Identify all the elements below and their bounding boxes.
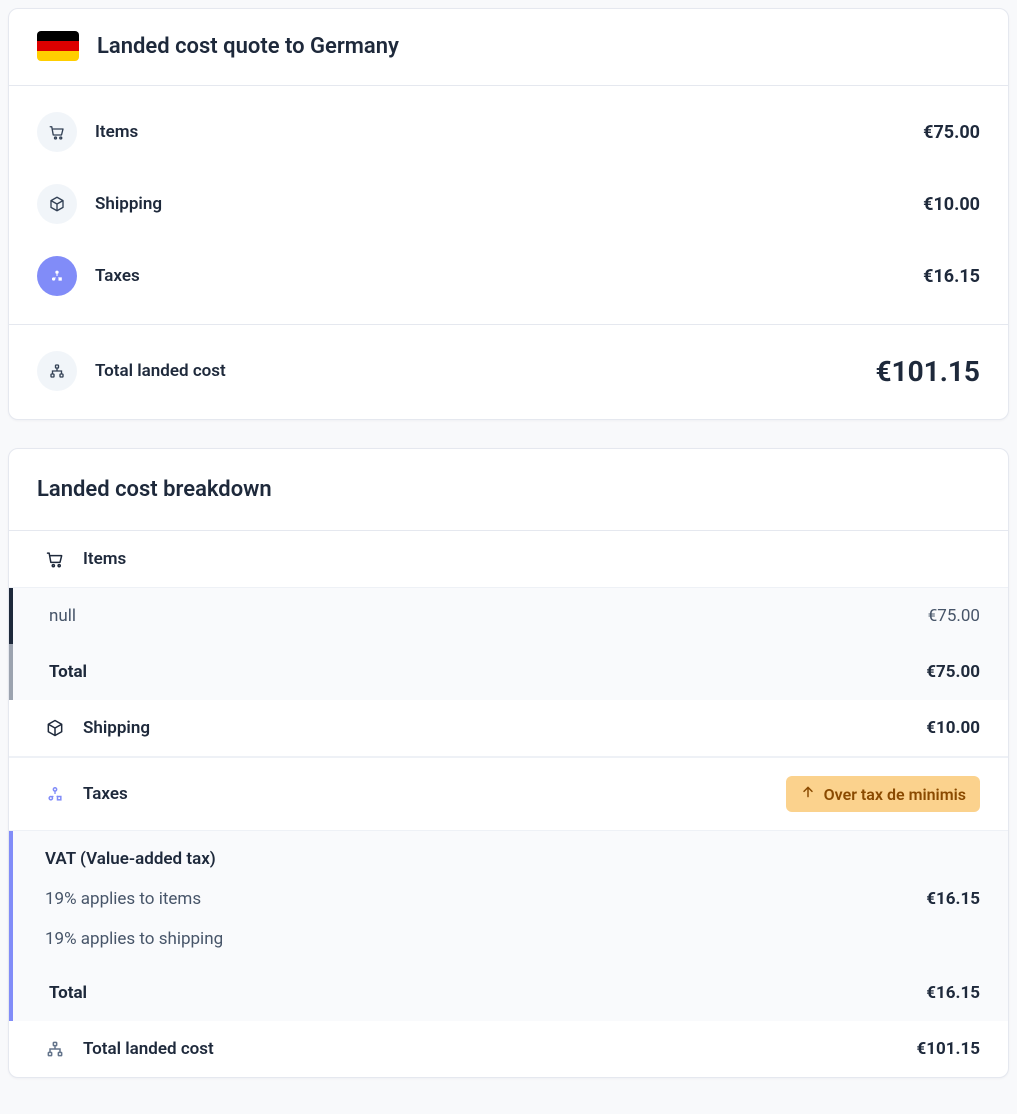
total-value: €16.15 [926,983,980,1003]
section-label: Shipping [83,718,150,738]
vat-line: 19% applies to shipping [13,919,1008,959]
total-value: €75.00 [926,662,980,682]
row-label: Shipping [95,194,162,214]
hierarchy-icon [37,351,77,391]
breakdown-items-total: Total €75.00 [9,644,1008,700]
cart-icon [37,112,77,152]
breakdown-card: Landed cost breakdown Items null €75.00 … [8,448,1009,1078]
vat-line-value: €16.15 [926,889,980,909]
taxes-icon [37,256,77,296]
total-value: €101.15 [917,1039,980,1059]
breakdown-vat-group: VAT (Value-added tax) 19% applies to ite… [9,831,1008,965]
total-label: Total landed cost [95,361,226,381]
total-label: Total [49,662,87,682]
summary-rows: Items €75.00 Shipping €10.00 Taxes €16.1… [9,86,1008,325]
cart-icon [45,549,65,569]
vat-line-label: 19% applies to items [45,889,201,909]
breakdown-total: Total landed cost €101.15 [9,1021,1008,1077]
hierarchy-icon [45,1039,65,1059]
summary-row-items: Items €75.00 [37,96,980,168]
row-label: Items [95,122,138,142]
row-value: €75.00 [923,122,980,143]
shipping-value: €10.00 [926,718,980,738]
summary-total: Total landed cost €101.15 [9,325,1008,419]
package-icon [37,184,77,224]
breakdown-taxes-head: Taxes Over tax de minimis [9,758,1008,831]
breakdown-header: Landed cost breakdown [9,449,1008,531]
summary-row-taxes: Taxes €16.15 [37,240,980,312]
taxes-icon [45,784,65,804]
arrow-up-icon [800,784,816,804]
breakdown-shipping-head: Shipping €10.00 [9,700,1008,757]
package-icon [45,718,65,738]
vat-line: 19% applies to items €16.15 [13,879,1008,919]
badge-text: Over tax de minimis [824,785,966,804]
row-label: Taxes [95,266,140,286]
section-label: Taxes [83,784,128,804]
item-value: €75.00 [928,606,980,626]
breakdown-items-head: Items [9,531,1008,588]
row-value: €10.00 [923,194,980,215]
vat-label: VAT (Value-added tax) [13,835,1008,879]
total-label: Total [49,983,87,1003]
summary-title: Landed cost quote to Germany [97,34,399,59]
tax-de-minimis-badge: Over tax de minimis [786,776,980,812]
summary-card: Landed cost quote to Germany Items €75.0… [8,8,1009,420]
vat-line-label: 19% applies to shipping [45,929,223,949]
summary-header: Landed cost quote to Germany [9,9,1008,86]
section-label: Items [83,549,126,569]
breakdown-taxes-total: Total €16.15 [9,965,1008,1021]
item-label: null [49,606,76,626]
row-value: €16.15 [923,266,980,287]
summary-row-shipping: Shipping €10.00 [37,168,980,240]
summary-total-row: Total landed cost €101.15 [37,335,980,407]
breakdown-title: Landed cost breakdown [37,477,980,502]
total-label: Total landed cost [83,1039,214,1059]
total-value: €101.15 [875,355,980,388]
breakdown-item-row: null €75.00 [9,588,1008,644]
germany-flag-icon [37,31,79,61]
